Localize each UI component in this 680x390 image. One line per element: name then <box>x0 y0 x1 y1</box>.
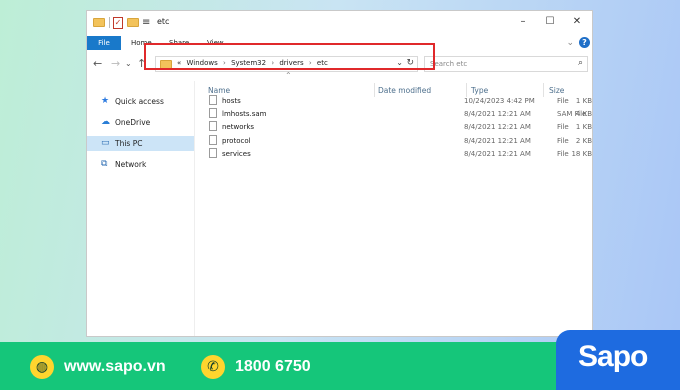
file-size: 1 KB <box>575 123 592 131</box>
search-placeholder: Search etc <box>430 60 468 68</box>
file-date: 10/24/2023 4:42 PM <box>464 97 535 105</box>
address-bar[interactable]: « Windows › System32 › drivers › etc ⌄ ↻ <box>155 56 418 72</box>
file-icon <box>209 121 217 131</box>
tab-view[interactable]: View <box>207 39 224 47</box>
star-icon: ★ <box>101 96 110 106</box>
website-link[interactable]: www.sapo.vn <box>64 358 166 376</box>
search-icon: ⌕ <box>577 58 583 68</box>
sidebar-item-label: OneDrive <box>115 118 151 127</box>
overflow-chevron[interactable]: « <box>177 59 181 67</box>
file-size: 18 KB <box>571 150 592 158</box>
properties-icon[interactable]: ✓ <box>113 17 123 29</box>
sidebar-item-onedrive[interactable]: ☁ OneDrive <box>87 115 194 130</box>
file-date: 8/4/2021 12:21 AM <box>464 110 531 118</box>
navigation-bar: ← → ⌄ ↑ « Windows › System32 › drivers ›… <box>87 54 592 76</box>
file-size: 1 KB <box>575 97 592 105</box>
breadcrumb: « Windows › System32 › drivers › etc <box>177 59 331 67</box>
crumb-separator[interactable]: › <box>271 59 274 67</box>
file-size: 2 KB <box>575 137 592 145</box>
column-header-date[interactable]: Date modified <box>378 86 431 95</box>
file-icon <box>209 148 217 158</box>
file-name: lmhosts.sam <box>222 110 267 118</box>
folder-icon[interactable] <box>93 18 105 27</box>
crumb-drivers[interactable]: drivers <box>279 59 303 67</box>
file-date: 8/4/2021 12:21 AM <box>464 150 531 158</box>
sidebar-item-label: This PC <box>115 139 143 148</box>
help-icon[interactable]: ? <box>579 37 590 48</box>
title-bar: ✓ ≡ etc – ☐ ✕ <box>87 11 592 36</box>
network-icon: ⧉ <box>101 159 108 169</box>
forward-arrow-icon[interactable]: → <box>111 57 120 70</box>
search-input[interactable]: Search etc ⌕ <box>424 56 588 72</box>
file-type: File <box>557 137 569 145</box>
file-name: protocol <box>222 137 251 145</box>
sidebar-item-label: Quick access <box>115 97 164 106</box>
file-size: 4 KB <box>575 110 592 118</box>
file-name: networks <box>222 123 255 131</box>
file-icon <box>209 135 217 145</box>
file-type: File <box>557 97 569 105</box>
table-row[interactable]: hosts 10/24/2023 4:42 PM File 1 KB <box>207 95 592 108</box>
up-arrow-icon[interactable]: ↑ <box>137 57 146 70</box>
sidebar-item-this-pc[interactable]: ▭ This PC <box>87 136 194 151</box>
divider <box>109 17 110 28</box>
column-header-name[interactable]: Name <box>208 86 230 95</box>
file-date: 8/4/2021 12:21 AM <box>464 123 531 131</box>
sidebar-item-quick-access[interactable]: ★ Quick access <box>87 94 194 109</box>
refresh-icon[interactable]: ↻ <box>406 58 414 68</box>
customize-toolbar-icon[interactable]: ≡ <box>142 17 150 29</box>
crumb-etc[interactable]: etc <box>317 59 328 67</box>
column-header-size[interactable]: Size <box>549 86 564 95</box>
file-type: File <box>557 123 569 131</box>
tab-share[interactable]: Share <box>169 39 189 47</box>
folder-icon <box>160 60 172 69</box>
file-name: hosts <box>222 97 241 105</box>
file-type: File <box>557 150 569 158</box>
pane-divider[interactable] <box>194 81 195 336</box>
sidebar-item-network[interactable]: ⧉ Network <box>87 157 194 172</box>
file-name: services <box>222 150 251 158</box>
recent-locations-icon[interactable]: ⌄ <box>125 59 132 68</box>
chevron-down-icon[interactable]: ⌄ <box>396 58 403 67</box>
chevron-down-icon[interactable]: ⌄ <box>566 38 574 48</box>
tab-file[interactable]: File <box>87 36 121 50</box>
file-icon <box>209 108 217 118</box>
tab-home[interactable]: Home <box>131 39 152 47</box>
file-date: 8/4/2021 12:21 AM <box>464 137 531 145</box>
globe-icon: ◍ <box>35 359 49 375</box>
computer-icon: ▭ <box>101 138 110 148</box>
brand-logo: Sapo <box>556 330 680 390</box>
minimize-icon[interactable]: – <box>517 16 529 28</box>
crumb-separator[interactable]: › <box>223 59 226 67</box>
sidebar-item-label: Network <box>115 160 147 169</box>
sort-ascending-icon: ⌃ <box>285 71 292 80</box>
window-title: etc <box>157 17 170 26</box>
maximize-icon[interactable]: ☐ <box>544 16 556 28</box>
back-arrow-icon[interactable]: ← <box>93 57 102 70</box>
close-icon[interactable]: ✕ <box>571 16 583 28</box>
crumb-windows[interactable]: Windows <box>187 59 218 67</box>
brand-name: Sapo <box>578 340 648 373</box>
file-icon <box>209 95 217 105</box>
table-row[interactable]: protocol 8/4/2021 12:21 AM File 2 KB <box>207 135 592 148</box>
table-row[interactable]: networks 8/4/2021 12:21 AM File 1 KB <box>207 121 592 134</box>
table-row[interactable]: lmhosts.sam 8/4/2021 12:21 AM SAM File 4… <box>207 108 592 121</box>
crumb-separator[interactable]: › <box>309 59 312 67</box>
explorer-window: ✓ ≡ etc – ☐ ✕ File Home Share View ⌄ ? ←… <box>86 10 593 337</box>
new-folder-icon[interactable] <box>127 18 139 27</box>
column-header-type[interactable]: Type <box>471 86 488 95</box>
phone-icon-badge: ✆ <box>201 355 225 379</box>
phone-number[interactable]: 1800 6750 <box>235 358 311 376</box>
phone-icon: ✆ <box>207 359 219 375</box>
table-row[interactable]: services 8/4/2021 12:21 AM File 18 KB <box>207 148 592 161</box>
cloud-icon: ☁ <box>101 117 110 127</box>
globe-icon-badge: ◍ <box>30 355 54 379</box>
navigation-pane: ★ Quick access ☁ OneDrive ▭ This PC ⧉ Ne… <box>87 81 194 336</box>
crumb-system32[interactable]: System32 <box>231 59 266 67</box>
